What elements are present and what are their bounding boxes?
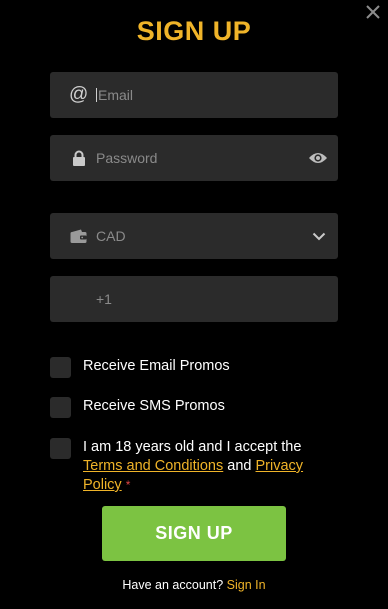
- currency-select[interactable]: CAD: [50, 213, 338, 259]
- email-input[interactable]: Email: [96, 88, 133, 102]
- sms-promos-label: Receive SMS Promos: [83, 398, 225, 414]
- lock-icon: [72, 135, 86, 181]
- terms-link[interactable]: Terms and Conditions: [83, 458, 223, 474]
- phone-prefix: +1: [96, 291, 112, 307]
- terms-label: I am 18 years old and I accept the Terms…: [83, 438, 333, 495]
- signup-button[interactable]: SIGN UP: [102, 506, 286, 561]
- email-promos-checkbox[interactable]: [50, 357, 71, 378]
- email-promos-option[interactable]: Receive Email Promos: [50, 357, 230, 378]
- sms-promos-checkbox[interactable]: [50, 397, 71, 418]
- signin-link[interactable]: Sign In: [227, 578, 266, 592]
- wallet-icon: [70, 213, 87, 259]
- terms-and: and: [227, 458, 252, 474]
- sms-promos-option[interactable]: Receive SMS Promos: [50, 397, 225, 418]
- password-input[interactable]: Password: [96, 135, 157, 181]
- email-promos-label: Receive Email Promos: [83, 358, 230, 374]
- required-mark: *: [125, 478, 131, 492]
- signup-modal: SIGN UP @ Email Password CAD +1 Receive …: [0, 0, 388, 609]
- eye-icon[interactable]: [308, 135, 328, 181]
- terms-prefix: I am 18 years old and I accept the: [83, 439, 302, 455]
- terms-option[interactable]: I am 18 years old and I accept the Terms…: [50, 438, 333, 495]
- phone-field[interactable]: +1: [50, 276, 338, 322]
- currency-value: CAD: [96, 228, 126, 244]
- have-account-text: Have an account?: [122, 578, 224, 592]
- chevron-down-icon[interactable]: [312, 213, 326, 259]
- signin-prompt: Have an account? Sign In: [0, 578, 388, 592]
- terms-checkbox[interactable]: [50, 438, 71, 459]
- password-field[interactable]: Password: [50, 135, 338, 181]
- page-title: SIGN UP: [136, 16, 252, 46]
- email-field[interactable]: @ Email: [50, 72, 338, 118]
- at-icon: @: [69, 84, 89, 105]
